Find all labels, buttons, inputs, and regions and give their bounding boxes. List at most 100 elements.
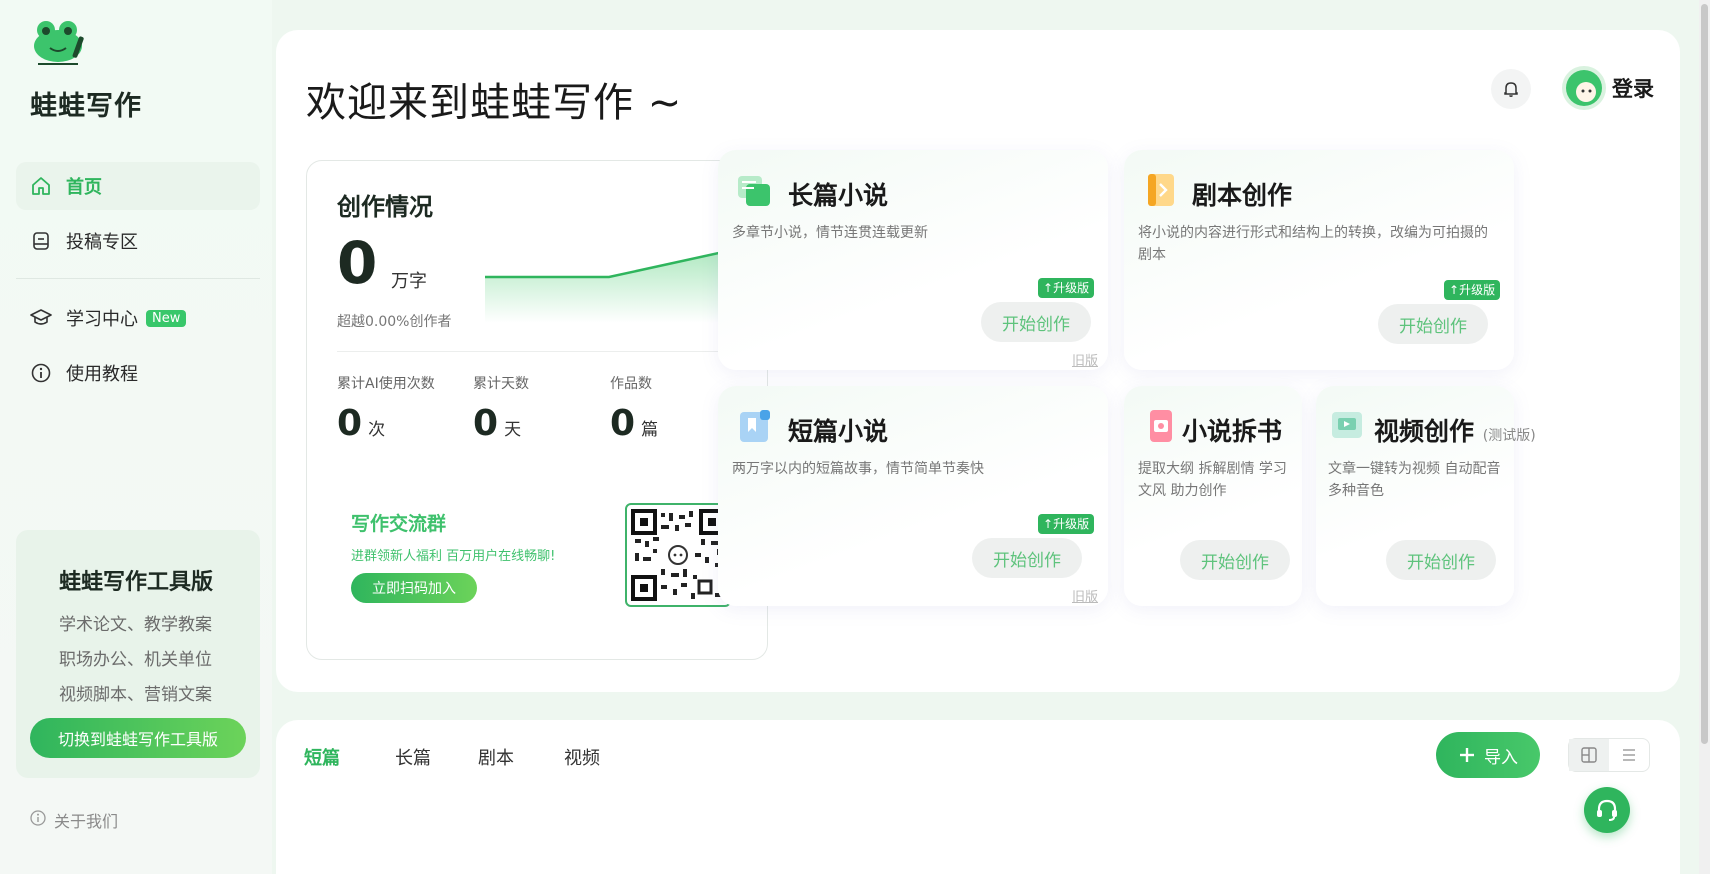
promo-line: 学术论文、教学教案 bbox=[59, 615, 212, 635]
promo-title: 蛙蛙写作工具版 bbox=[59, 570, 214, 595]
sidebar-item-label: 投稿专区 bbox=[66, 232, 138, 253]
card-title: 短篇小说 bbox=[788, 417, 889, 446]
exceed-percent: 超越0.00%创作者 bbox=[337, 314, 452, 330]
qr-code-icon bbox=[625, 503, 731, 607]
stats-title: 创作情况 bbox=[337, 193, 433, 221]
long-novel-card[interactable]: 长篇小说 多章节小说，情节连贯连载更新 ↑升级版 开始创作 旧版 bbox=[718, 150, 1108, 370]
import-label: 导入 bbox=[1484, 747, 1518, 768]
login-label: 登录 bbox=[1612, 77, 1654, 101]
script-card[interactable]: 剧本创作 将小说的内容进行形式和结构上的转换，改编为可拍摄的剧本 ↑升级版 开始… bbox=[1124, 150, 1514, 370]
tab-long[interactable]: 长篇 bbox=[395, 744, 431, 770]
word-count-unit: 万字 bbox=[391, 271, 427, 292]
page-title: 欢迎来到蛙蛙写作 ~ bbox=[306, 80, 683, 126]
avatar bbox=[1562, 66, 1606, 110]
card-description: 将小说的内容进行形式和结构上的转换，改编为可拍摄的剧本 bbox=[1138, 225, 1488, 263]
sidebar-item-tutorial[interactable]: 使用教程 bbox=[16, 349, 260, 397]
old-version-link[interactable]: 旧版 bbox=[1072, 350, 1098, 369]
beta-tag: (测试版) bbox=[1482, 428, 1536, 444]
promo-line: 职场办公、机关单位 bbox=[59, 650, 212, 670]
sidebar-item-label: 使用教程 bbox=[66, 364, 138, 385]
stat-label: 累计AI使用次数 bbox=[337, 376, 435, 392]
frog-logo-icon[interactable] bbox=[32, 18, 88, 72]
tab-video[interactable]: 视频 bbox=[564, 744, 600, 770]
card-title-text: 视频创作 bbox=[1374, 417, 1475, 446]
card-description: 多章节小说，情节连贯连载更新 bbox=[732, 225, 928, 241]
scrollbar[interactable] bbox=[1699, 0, 1710, 874]
sidebar-item-home[interactable]: 首页 bbox=[16, 162, 260, 210]
grid-view-icon[interactable] bbox=[1569, 739, 1609, 771]
card-description: 提取大纲 拆解剧情 学习文风 助力创作 bbox=[1138, 461, 1287, 499]
stat-value: 0 bbox=[337, 403, 363, 444]
sidebar-item-submission[interactable]: 投稿专区 bbox=[16, 217, 260, 265]
start-video-button[interactable]: 开始创作 bbox=[1386, 540, 1496, 580]
short-novel-card[interactable]: 短篇小说 两万字以内的短篇故事，情节简单节奏快 ↑升级版 开始创作 旧版 bbox=[718, 386, 1108, 606]
notification-bell-icon[interactable] bbox=[1491, 69, 1531, 109]
card-description: 两万字以内的短篇故事，情节简单节奏快 bbox=[732, 461, 984, 477]
submission-icon bbox=[30, 230, 52, 252]
upgrade-label: 升级版 bbox=[1053, 517, 1090, 531]
sidebar-item-learning[interactable]: 学习中心 New bbox=[16, 294, 260, 342]
home-icon bbox=[30, 175, 52, 197]
divider bbox=[337, 351, 737, 352]
join-group-button[interactable]: 立即扫码加入 bbox=[351, 573, 477, 603]
video-creation-card[interactable]: 视频创作 (测试版) 文章一键转为视频 自动配音多种音色 开始创作 bbox=[1316, 386, 1536, 606]
group-title: 写作交流群 bbox=[351, 513, 447, 535]
old-version-link[interactable]: 旧版 bbox=[1072, 586, 1098, 605]
customer-service-icon[interactable] bbox=[1584, 787, 1630, 833]
group-subtitle: 进群领新人福利 百万用户在线畅聊! bbox=[351, 549, 556, 564]
card-description: 文章一键转为视频 自动配音多种音色 bbox=[1328, 461, 1501, 499]
stat-value: 0 bbox=[473, 403, 499, 444]
breakdown-icon bbox=[1150, 410, 1172, 442]
tab-script[interactable]: 剧本 bbox=[478, 744, 514, 770]
nav-divider bbox=[16, 278, 260, 279]
stat-label: 作品数 bbox=[610, 376, 652, 392]
start-short-novel-button[interactable]: 开始创作 bbox=[972, 538, 1082, 578]
tab-short[interactable]: 短篇 bbox=[304, 744, 340, 770]
card-title: 长篇小说 bbox=[788, 181, 889, 210]
upgrade-label: 升级版 bbox=[1053, 281, 1090, 295]
about-us-link[interactable]: 关于我们 bbox=[30, 808, 118, 832]
sidebar: 蛙蛙写作 首页 投稿专区 学习中心 New 使用教程 蛙蛙写作工具版 学术论文、… bbox=[0, 0, 272, 874]
upgrade-badge: ↑升级版 bbox=[1038, 278, 1095, 298]
plus-icon bbox=[1460, 748, 1474, 762]
info-icon bbox=[30, 810, 46, 830]
card-title: 视频创作 (测试版) bbox=[1374, 412, 1536, 448]
works-stat: 作品数 0篇 bbox=[610, 373, 658, 444]
trend-sparkline bbox=[485, 249, 738, 323]
about-label: 关于我们 bbox=[54, 812, 119, 831]
ai-usage-stat: 累计AI使用次数 0次 bbox=[337, 373, 435, 444]
import-button[interactable]: 导入 bbox=[1436, 732, 1540, 778]
stat-value: 0 bbox=[610, 403, 636, 444]
sidebar-item-label: 学习中心 bbox=[66, 309, 138, 330]
sidebar-item-label: 首页 bbox=[66, 177, 102, 198]
word-count: 0 bbox=[337, 229, 378, 297]
brand-name: 蛙蛙写作 bbox=[30, 91, 142, 122]
upgrade-badge: ↑升级版 bbox=[1038, 514, 1095, 534]
new-badge: New bbox=[146, 309, 187, 327]
card-title: 小说拆书 bbox=[1182, 417, 1283, 446]
script-icon bbox=[1148, 174, 1174, 206]
stat-unit: 天 bbox=[504, 420, 522, 440]
short-novel-icon bbox=[740, 410, 770, 442]
user-login[interactable]: 登录 bbox=[1562, 66, 1654, 110]
list-view-icon[interactable] bbox=[1609, 739, 1649, 771]
card-title: 剧本创作 bbox=[1192, 181, 1293, 210]
video-icon bbox=[1332, 412, 1362, 438]
start-long-novel-button[interactable]: 开始创作 bbox=[981, 302, 1091, 342]
upgrade-label: 升级版 bbox=[1459, 283, 1496, 297]
tool-version-promo: 蛙蛙写作工具版 学术论文、教学教案 职场办公、机关单位 视频脚本、营销文案 切换… bbox=[16, 530, 260, 778]
start-breakdown-button[interactable]: 开始创作 bbox=[1180, 540, 1290, 580]
info-icon bbox=[30, 362, 52, 384]
promo-line: 视频脚本、营销文案 bbox=[59, 685, 212, 705]
stat-unit: 次 bbox=[368, 420, 386, 440]
start-script-button[interactable]: 开始创作 bbox=[1378, 304, 1488, 344]
view-toggle bbox=[1568, 738, 1650, 772]
long-novel-icon bbox=[738, 176, 770, 206]
days-stat: 累计天数 0天 bbox=[473, 373, 529, 444]
works-panel: 短篇 长篇 剧本 视频 导入 bbox=[276, 720, 1680, 874]
novel-breakdown-card[interactable]: 小说拆书 提取大纲 拆解剧情 学习文风 助力创作 开始创作 bbox=[1124, 386, 1302, 606]
scrollbar-thumb[interactable] bbox=[1701, 4, 1708, 744]
main-panel: 欢迎来到蛙蛙写作 ~ 登录 创作情况 0 万字 超越0.00%创作者 累计AI使… bbox=[276, 30, 1680, 692]
stat-label: 累计天数 bbox=[473, 376, 529, 392]
switch-tool-version-button[interactable]: 切换到蛙蛙写作工具版 bbox=[30, 718, 246, 758]
